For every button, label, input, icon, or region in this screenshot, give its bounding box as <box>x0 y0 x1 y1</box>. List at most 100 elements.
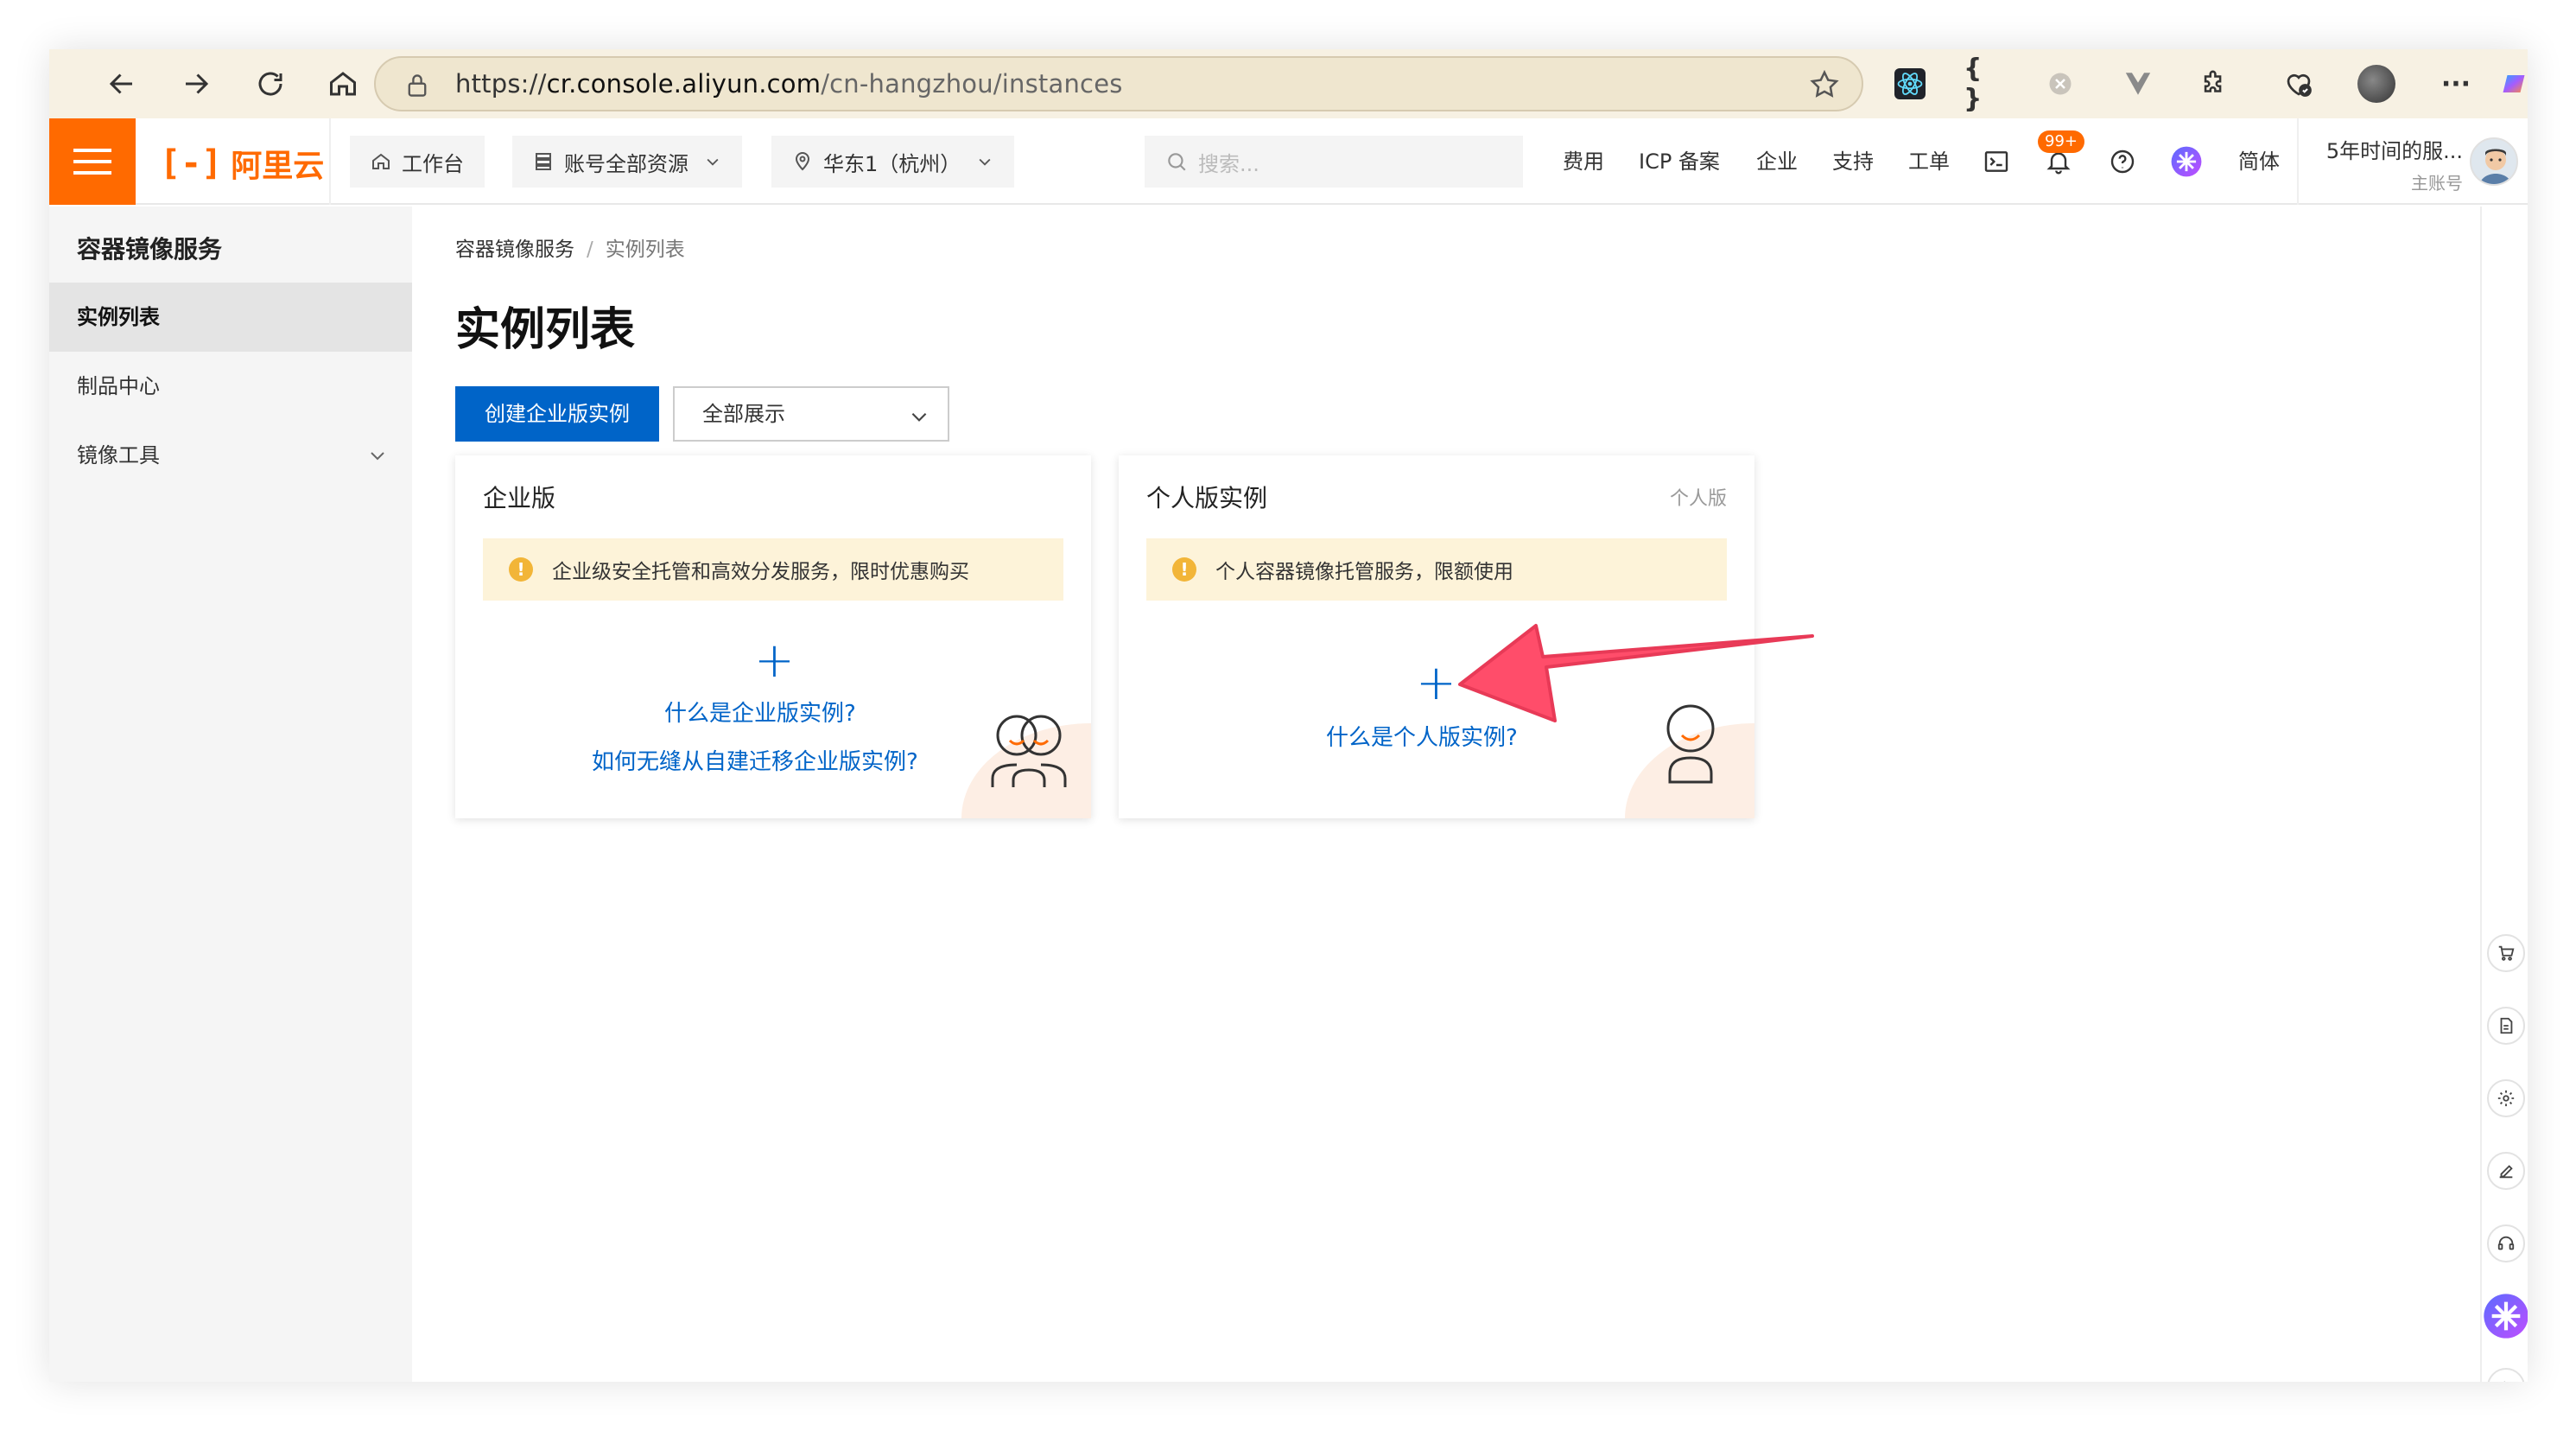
server-stack-icon <box>536 153 551 170</box>
breadcrumb-current: 实例列表 <box>605 238 685 261</box>
copilot-icon[interactable] <box>2501 61 2527 106</box>
chevron-down-icon <box>707 158 719 166</box>
side-navigation: 容器镜像服务 实例列表 制品中心 镜像工具 <box>49 207 412 1382</box>
quota-notice: ! 个人容器镜像托管服务，限额使用 <box>1146 538 1727 601</box>
nav-link-enterprise[interactable]: 企业 <box>1756 118 1798 205</box>
health-heart-icon[interactable] <box>2276 61 2321 106</box>
workbench-label: 工作台 <box>402 151 464 176</box>
warning-icon: ! <box>1172 557 1196 582</box>
nav-link-billing[interactable]: 费用 <box>1563 118 1604 205</box>
puzzle-icon[interactable] <box>2192 61 2237 106</box>
add-personal-instance-icon[interactable]: + <box>1416 659 1456 708</box>
cart-icon[interactable] <box>2487 934 2525 972</box>
json-braces-icon[interactable]: { } <box>1964 54 2008 114</box>
chevron-right-icon[interactable] <box>2487 1368 2525 1382</box>
url-text: https://cr.console.aliyun.com/cn-hangzho… <box>455 69 1123 99</box>
forward-icon[interactable] <box>174 61 219 106</box>
browser-toolbar: https://cr.console.aliyun.com/cn-hangzho… <box>49 49 2528 118</box>
lock-icon <box>408 74 427 97</box>
back-icon[interactable] <box>99 61 144 106</box>
resource-group-selector[interactable]: 账号全部资源 <box>512 136 742 188</box>
react-devtools-icon[interactable] <box>1888 61 1932 106</box>
region-label: 华东1（杭州） <box>823 151 961 176</box>
chevron-down-icon <box>371 452 384 461</box>
ai-assistant-icon[interactable] <box>2169 144 2204 179</box>
aliyun-logo-text: 阿里云 <box>231 149 325 184</box>
api-document-icon[interactable] <box>2487 1007 2525 1045</box>
single-person-icon <box>1666 704 1715 784</box>
home-icon <box>372 153 390 169</box>
ai-assistant-icon[interactable] <box>2482 1292 2528 1340</box>
enterprise-instance-card: 企业版 ! 企业级安全托管和高效分发服务，限时优惠购买 + 什么是企业版实例? … <box>455 455 1091 818</box>
sidebar-item-label: 镜像工具 <box>77 443 160 467</box>
nav-link-icp[interactable]: ICP 备案 <box>1639 118 1720 205</box>
feedback-edit-icon[interactable] <box>2487 1152 2525 1190</box>
help-icon[interactable] <box>2105 144 2140 179</box>
promo-notice: ! 企业级安全托管和高效分发服务，限时优惠购买 <box>483 538 1063 601</box>
card-title: 企业版 <box>483 484 556 512</box>
bookmark-star-icon[interactable] <box>1808 68 1841 101</box>
team-people-icon <box>991 715 1067 787</box>
nav-link-support[interactable]: 支持 <box>1832 118 1874 205</box>
hamburger-menu-button[interactable] <box>49 118 136 205</box>
language-switch[interactable]: 简体 <box>2238 118 2280 205</box>
location-pin-icon <box>795 152 810 171</box>
instance-filter-value: 全部展示 <box>702 402 785 426</box>
sidebar-item-label: 制品中心 <box>77 374 160 398</box>
workbench-button[interactable]: 工作台 <box>350 136 485 188</box>
sidebar-product-title: 容器镜像服务 <box>77 235 223 264</box>
migrate-enterprise-link[interactable]: 如何无缝从自建迁移企业版实例? <box>592 744 918 776</box>
create-enterprise-instance-button[interactable]: 创建企业版实例 <box>455 386 659 442</box>
aliyun-logo[interactable]: [-] 阿里云 <box>160 141 324 186</box>
notice-text: 企业级安全托管和高效分发服务，限时优惠购买 <box>552 561 969 583</box>
profile-avatar-icon[interactable] <box>2354 61 2399 106</box>
page-title: 实例列表 <box>455 304 636 356</box>
home-icon[interactable] <box>320 61 365 106</box>
notice-text: 个人容器镜像托管服务，限额使用 <box>1215 561 1513 583</box>
sidebar-item-label: 实例列表 <box>77 305 160 329</box>
right-tool-rail <box>2480 207 2528 1382</box>
search-placeholder: 搜索... <box>1198 151 1259 176</box>
what-is-enterprise-link[interactable]: 什么是企业版实例? <box>664 696 856 728</box>
settings-gear-icon[interactable] <box>2487 1079 2525 1117</box>
sidebar-item-instances[interactable]: 实例列表 <box>49 283 412 352</box>
nav-divider <box>329 118 331 205</box>
aliyun-logo-mark: [-] <box>160 143 223 183</box>
region-selector[interactable]: 华东1（杭州） <box>771 136 1015 188</box>
address-bar[interactable]: https://cr.console.aliyun.com/cn-hangzho… <box>374 56 1863 111</box>
personal-instance-card: 个人版实例 个人版 ! 个人容器镜像托管服务，限额使用 + 什么是个人版实例? <box>1119 455 1754 818</box>
sidebar-item-artifact-center[interactable]: 制品中心 <box>49 352 412 421</box>
card-title: 个人版实例 <box>1146 484 1268 512</box>
add-enterprise-instance-icon[interactable]: + <box>754 637 795 685</box>
instance-filter-select[interactable]: 全部展示 <box>673 386 949 442</box>
search-input[interactable]: 搜索... <box>1145 136 1523 188</box>
customer-service-icon[interactable] <box>2487 1224 2525 1262</box>
sidebar-item-image-tools[interactable]: 镜像工具 <box>49 421 412 490</box>
breadcrumb-link[interactable]: 容器镜像服务 <box>455 238 574 261</box>
vue-devtools-icon[interactable] <box>2116 61 2160 106</box>
hamburger-icon <box>73 149 111 175</box>
chevron-down-icon <box>979 158 991 166</box>
cloud-shell-icon[interactable] <box>1979 144 2014 179</box>
notification-badge: 99+ <box>2038 130 2084 153</box>
reload-icon[interactable] <box>248 61 293 106</box>
more-menu-icon[interactable]: ··· <box>2433 61 2478 106</box>
search-icon <box>1168 153 1186 171</box>
extension-gray-icon[interactable] <box>2038 61 2083 106</box>
resource-group-label: 账号全部资源 <box>564 151 688 176</box>
breadcrumb-separator: / <box>587 238 593 261</box>
card-edition-tag: 个人版 <box>1669 488 1727 510</box>
console-top-nav: [-] 阿里云 工作台 账号全部资源 华东1（杭州） 搜索... 费用 ICP … <box>49 118 2528 205</box>
nav-divider <box>2297 118 2299 205</box>
chevron-down-icon <box>911 412 927 422</box>
user-avatar[interactable] <box>2470 137 2518 186</box>
warning-icon: ! <box>509 557 533 582</box>
account-type: 主账号 <box>2411 173 2463 194</box>
breadcrumb: 容器镜像服务 / 实例列表 <box>455 232 685 262</box>
account-name: 5年时间的服... <box>2325 139 2463 163</box>
main-content: 容器镜像服务 / 实例列表 实例列表 创建企业版实例 全部展示 企业版 ! 企业级安… <box>412 207 2480 1382</box>
browser-window: https://cr.console.aliyun.com/cn-hangzho… <box>49 49 2528 1382</box>
nav-link-ticket[interactable]: 工单 <box>1908 118 1950 205</box>
account-info[interactable]: 5年时间的服... 主账号 <box>2318 134 2463 194</box>
what-is-personal-link[interactable]: 什么是个人版实例? <box>1326 720 1518 752</box>
